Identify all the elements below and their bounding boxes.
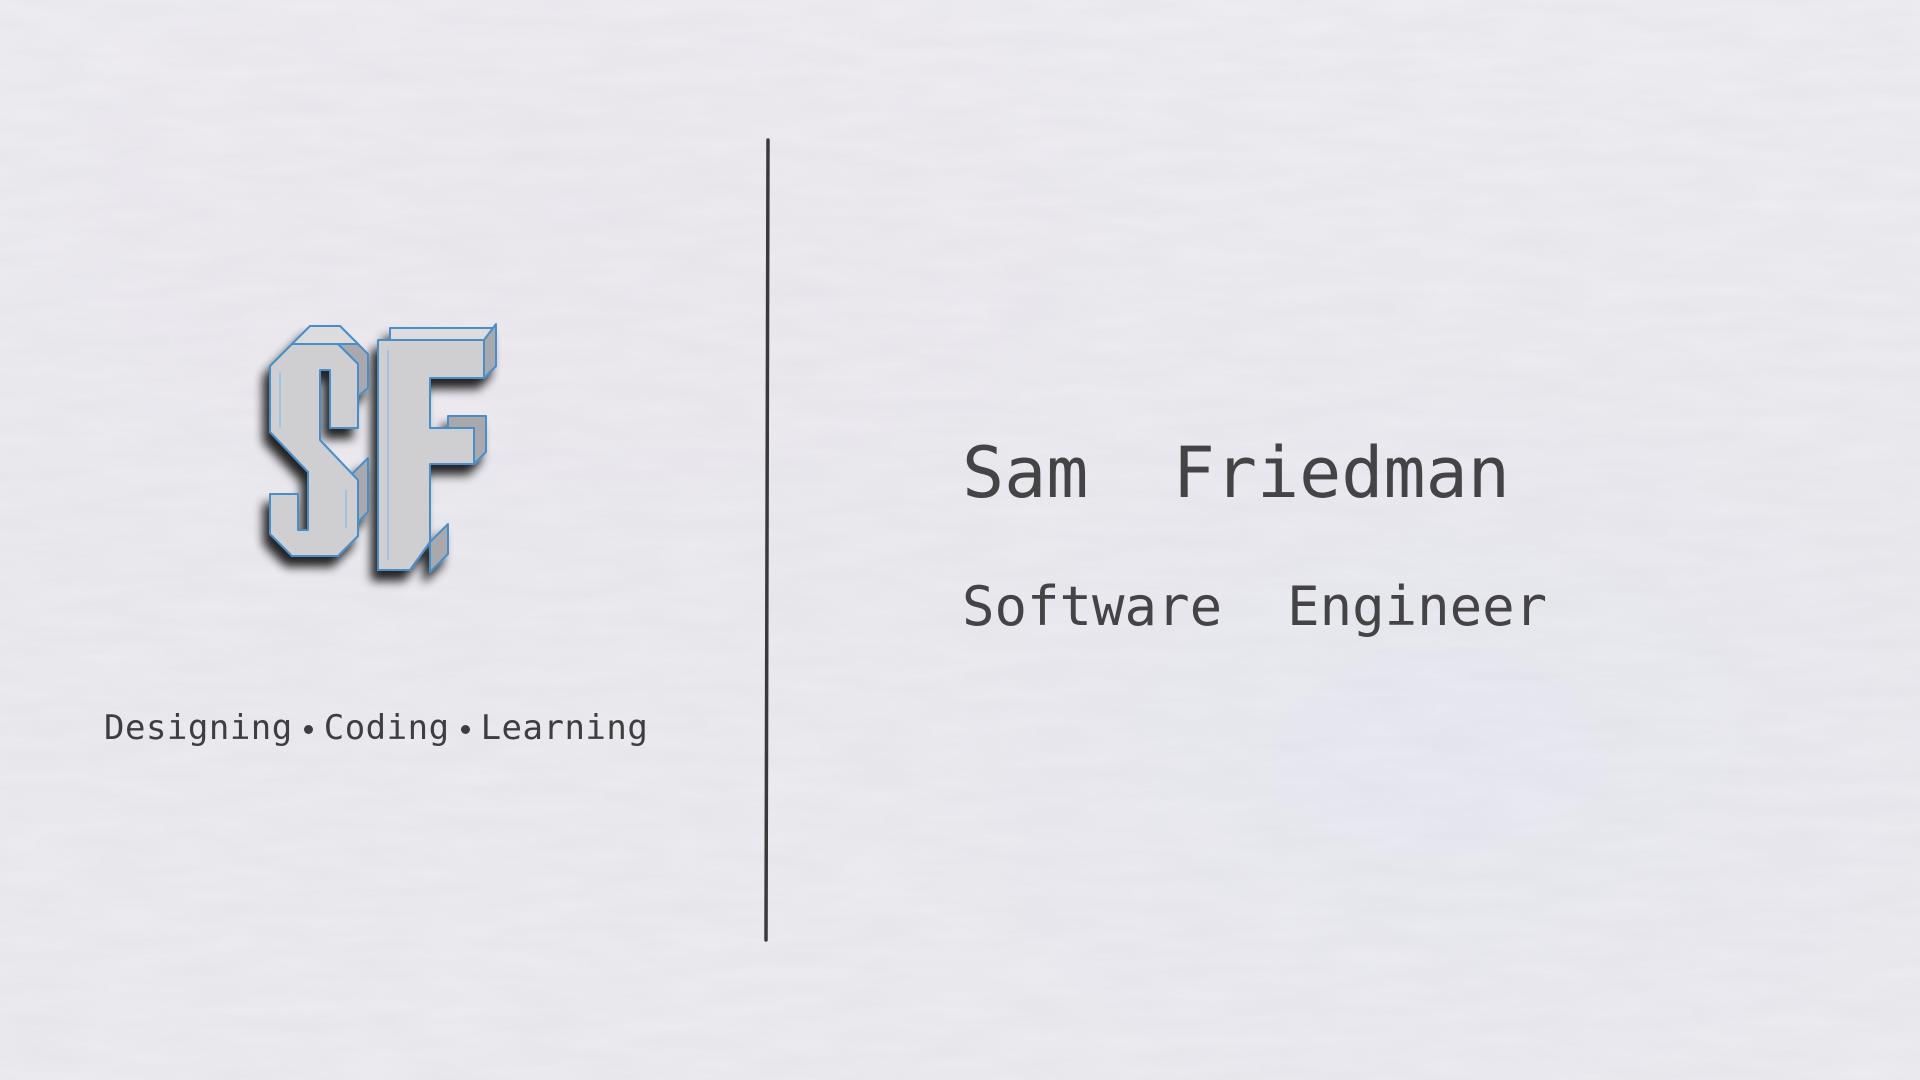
monogram-graphic xyxy=(269,323,497,573)
sf-monogram-logo xyxy=(248,322,518,622)
profile-name: Sam Friedman xyxy=(962,432,1510,514)
tagline-item-designing: Designing xyxy=(104,708,293,748)
tagline-item-learning: Learning xyxy=(480,708,649,748)
tagline-item-coding: Coding xyxy=(323,708,450,748)
profile-title: Software Engineer xyxy=(962,575,1548,638)
bullet-separator-icon xyxy=(303,724,313,734)
tagline: Designing Coding Learning xyxy=(104,708,664,748)
bullet-separator-icon xyxy=(460,724,470,734)
